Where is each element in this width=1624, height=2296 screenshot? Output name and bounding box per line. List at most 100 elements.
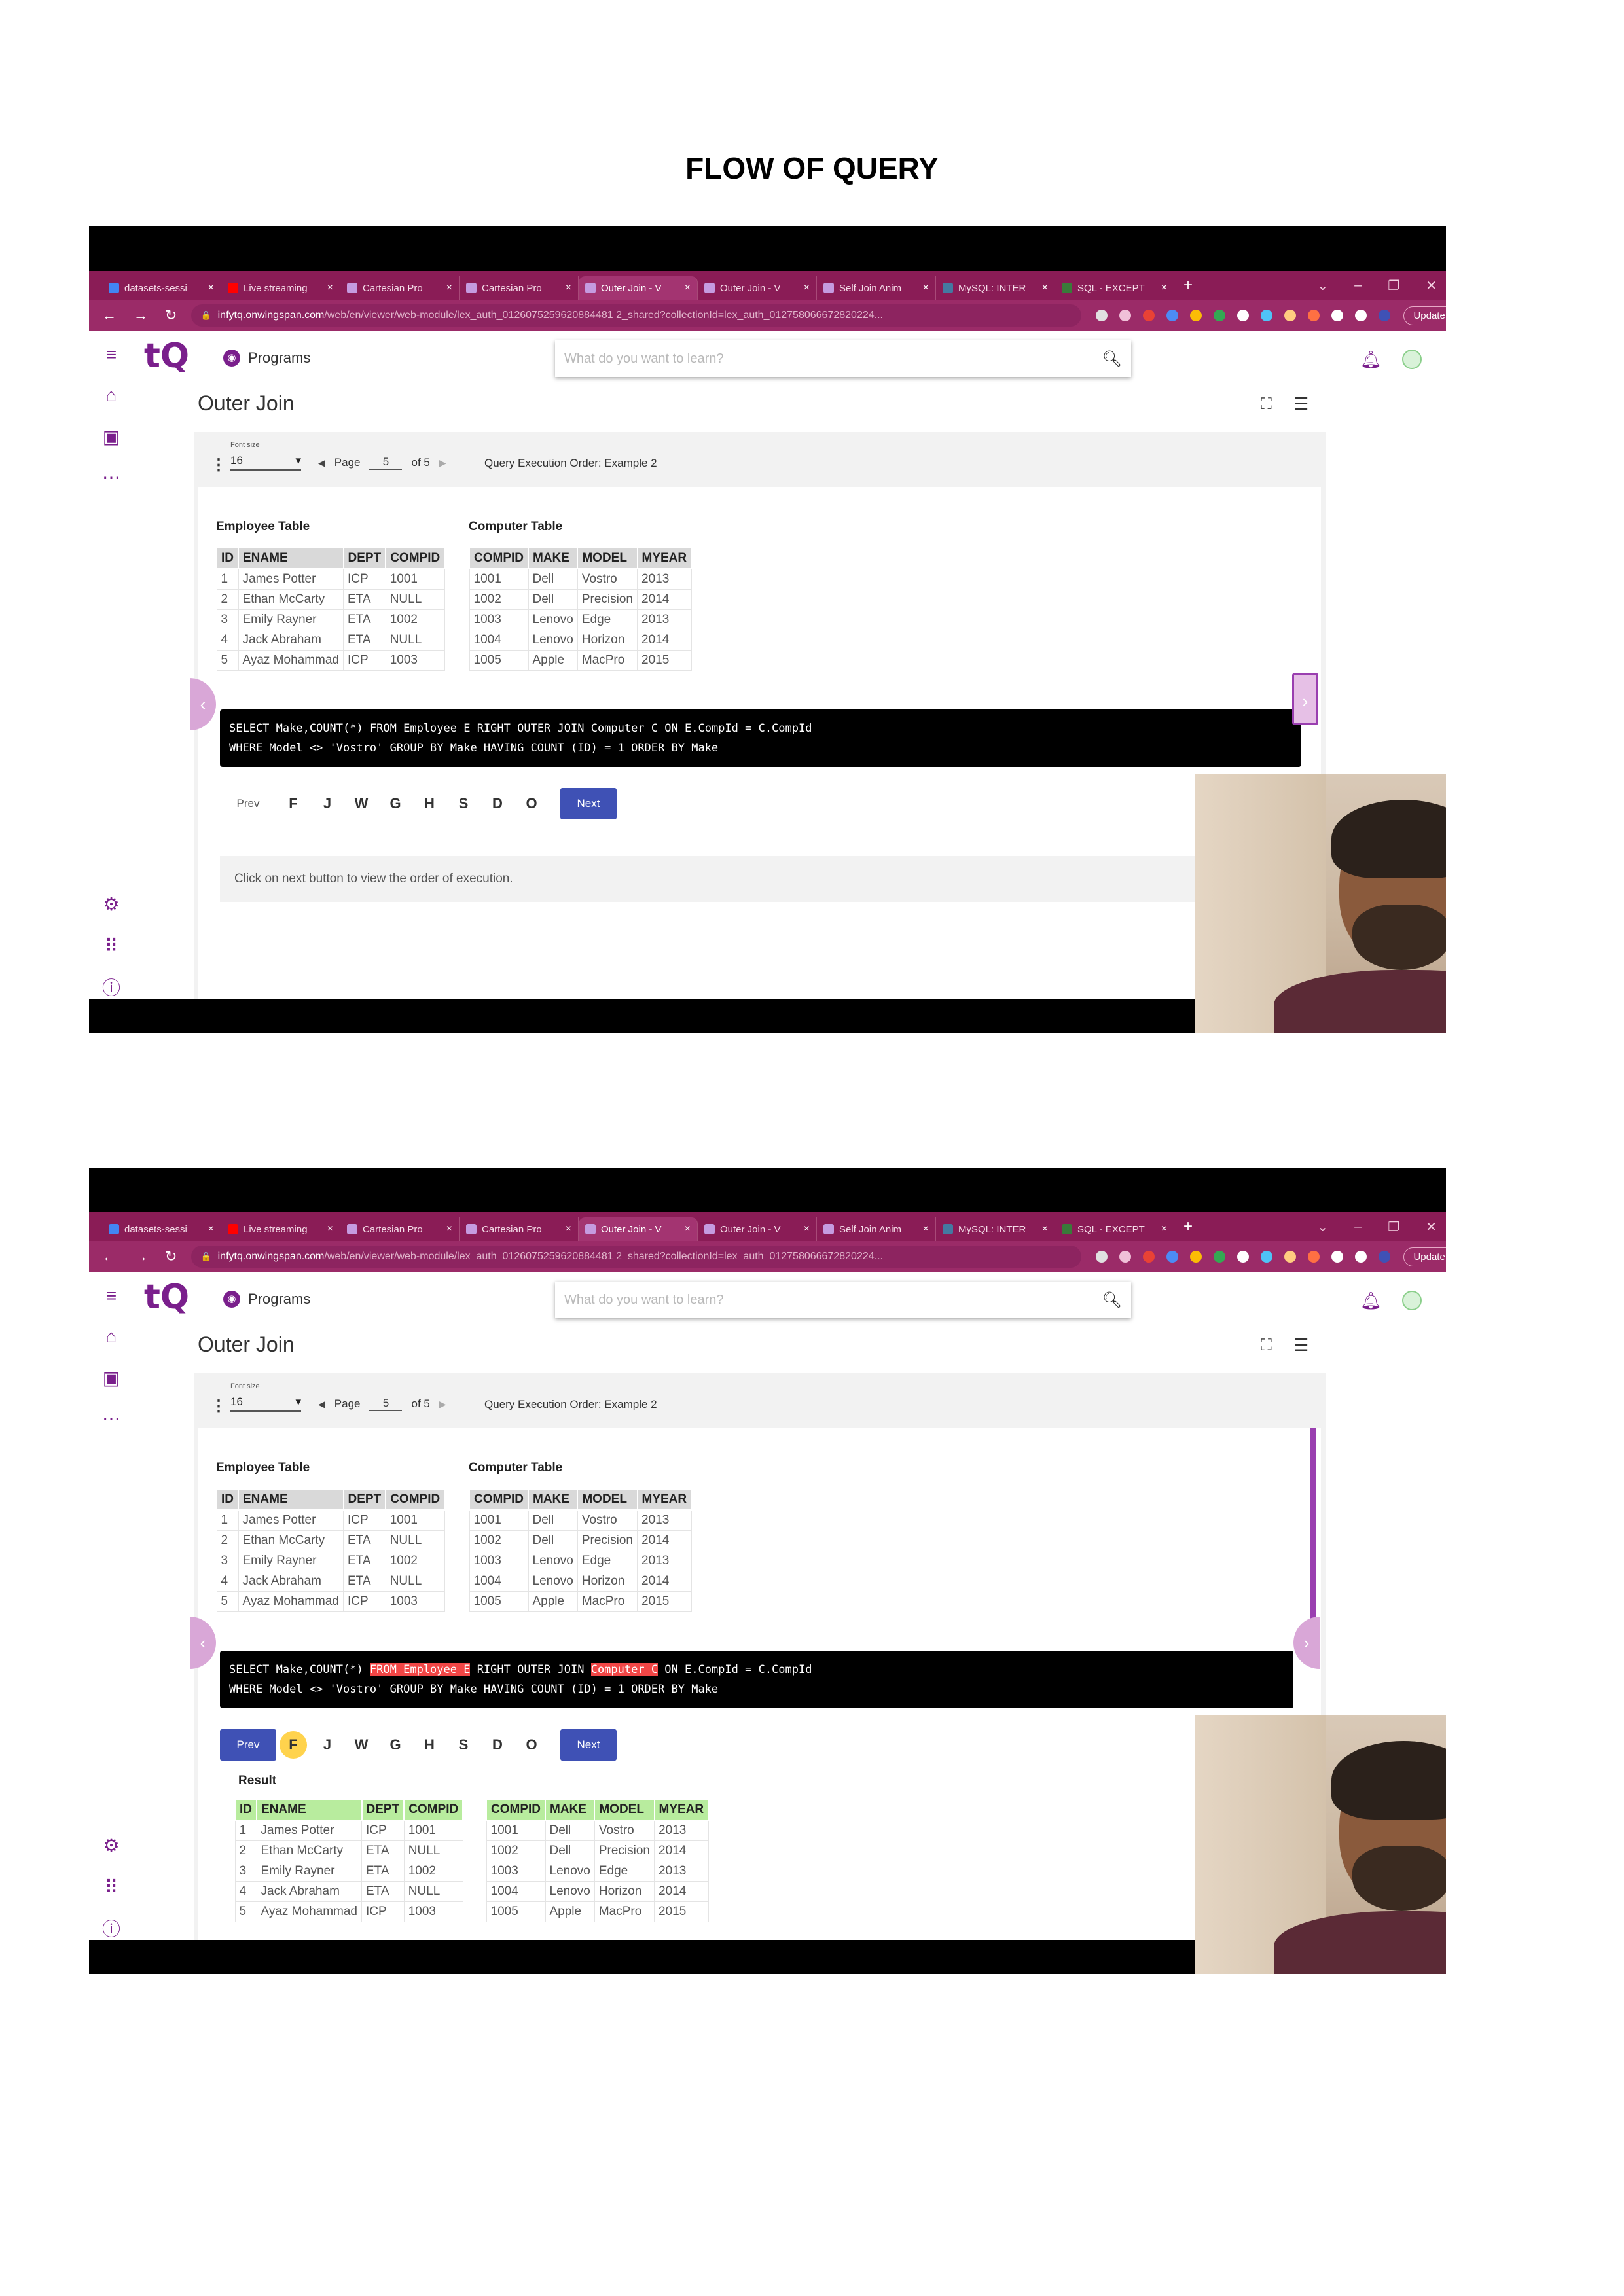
toc-toggle-icon[interactable]: ☰	[1293, 1335, 1308, 1355]
step-g[interactable]: G	[378, 1736, 412, 1753]
tab-search-icon[interactable]: ⌄	[1317, 278, 1328, 294]
tab-close-icon[interactable]: ×	[923, 282, 929, 294]
extension-icon[interactable]	[1190, 310, 1202, 321]
extension-icon[interactable]	[1261, 310, 1273, 321]
browser-tab[interactable]: datasets-sessi ×	[102, 276, 221, 300]
profile-icon[interactable]	[1379, 1251, 1391, 1263]
infytq-logo[interactable]: tQ	[144, 1278, 189, 1317]
settings-icon[interactable]: ⚙	[101, 894, 122, 915]
step-h[interactable]: H	[412, 795, 446, 812]
puzzle-icon[interactable]	[1331, 310, 1344, 321]
tab-close-icon[interactable]: ×	[566, 1223, 571, 1235]
tab-close-icon[interactable]: ×	[208, 1223, 214, 1235]
reload-icon[interactable]: ↻	[165, 1248, 177, 1265]
extension-icon[interactable]	[1143, 310, 1155, 321]
bookmark-star-icon[interactable]	[1119, 1251, 1132, 1263]
home-icon[interactable]: ⌂	[101, 385, 122, 406]
extension-icon[interactable]	[1308, 1251, 1320, 1263]
minimize-icon[interactable]: –	[1354, 1219, 1362, 1234]
tab-close-icon[interactable]: ×	[804, 282, 810, 294]
sidepanel-icon[interactable]	[1355, 1251, 1367, 1263]
new-tab-button[interactable]: +	[1183, 1217, 1193, 1236]
update-button[interactable]: Update	[1403, 1247, 1446, 1266]
back-icon[interactable]: ←	[102, 1248, 117, 1265]
browser-tab[interactable]: datasets-sessi ×	[102, 1217, 221, 1241]
avatar[interactable]	[1402, 350, 1422, 369]
sidepanel-icon[interactable]	[1355, 310, 1367, 321]
page-number-field[interactable]: 5	[369, 456, 403, 470]
browser-tab[interactable]: Self Join Anim ×	[817, 276, 936, 300]
next-slide-arrow[interactable]: ›	[1292, 673, 1318, 725]
step-g[interactable]: G	[378, 795, 412, 812]
next-page-icon[interactable]: ▶	[439, 457, 446, 469]
font-size-select[interactable]: Font size 16 ▾	[230, 441, 301, 471]
window-close-icon[interactable]: ✕	[1426, 1219, 1437, 1235]
prev-button[interactable]: Prev	[220, 788, 276, 819]
step-f-current[interactable]: F	[276, 1731, 310, 1759]
extension-icon[interactable]	[1308, 310, 1320, 321]
prev-button[interactable]: Prev	[220, 1729, 276, 1761]
fullscreen-icon[interactable]: ⛶	[1261, 395, 1272, 414]
browser-tab[interactable]: MySQL: INTER ×	[936, 1217, 1055, 1241]
extension-icon[interactable]	[1214, 1251, 1226, 1263]
update-button[interactable]: Update	[1403, 306, 1446, 325]
browser-tab[interactable]: Live streaming ×	[221, 276, 340, 300]
image-icon[interactable]: ▣	[101, 427, 122, 448]
fullscreen-icon[interactable]: ⛶	[1261, 1336, 1272, 1355]
browser-tab[interactable]: SQL - EXCEPT ×	[1055, 276, 1174, 300]
new-tab-button[interactable]: +	[1183, 276, 1193, 295]
page-number-field[interactable]: 5	[369, 1397, 403, 1411]
browser-tab[interactable]: Cartesian Pro ×	[460, 1217, 579, 1241]
infytq-logo[interactable]: tQ	[144, 336, 189, 376]
settings-icon[interactable]: ⚙	[101, 1835, 122, 1856]
extension-icon[interactable]	[1284, 310, 1297, 321]
apps-grid-icon[interactable]: ⠿	[101, 936, 122, 957]
step-j[interactable]: J	[310, 1736, 344, 1753]
tab-close-icon[interactable]: ×	[208, 282, 214, 294]
browser-tab-active[interactable]: Outer Join - V ×	[579, 276, 698, 300]
tab-close-icon[interactable]: ×	[1042, 282, 1048, 294]
notification-bell-icon[interactable]: 🔔︎	[1360, 350, 1382, 370]
profile-icon[interactable]	[1379, 310, 1391, 321]
bookmark-star-icon[interactable]	[1119, 310, 1132, 321]
menu-icon[interactable]: ≡	[101, 1285, 122, 1306]
next-button[interactable]: Next	[560, 788, 617, 819]
browser-tab[interactable]: MySQL: INTER ×	[936, 276, 1055, 300]
tab-close-icon[interactable]: ×	[1161, 1223, 1167, 1235]
content-scrollbar[interactable]	[1310, 1428, 1316, 1644]
font-size-select[interactable]: Font size 16 ▾	[230, 1382, 301, 1412]
browser-tab[interactable]: Live streaming ×	[221, 1217, 340, 1241]
step-d[interactable]: D	[480, 795, 514, 812]
extension-icon[interactable]	[1237, 1251, 1250, 1263]
extension-icon[interactable]	[1096, 1251, 1108, 1263]
tab-close-icon[interactable]: ×	[327, 282, 333, 294]
programs-link[interactable]: ◉ Programs	[223, 350, 310, 367]
prev-page-icon[interactable]: ◀	[318, 1399, 325, 1410]
apps-grid-icon[interactable]: ⠿	[101, 1877, 122, 1898]
tab-search-icon[interactable]: ⌄	[1317, 1219, 1328, 1235]
browser-tab[interactable]: SQL - EXCEPT ×	[1055, 1217, 1174, 1241]
next-button[interactable]: Next	[560, 1729, 617, 1761]
extension-icon[interactable]	[1143, 1251, 1155, 1263]
tab-close-icon[interactable]: ×	[566, 282, 571, 294]
browser-tab-active[interactable]: Outer Join - V ×	[579, 1217, 698, 1241]
back-icon[interactable]: ←	[102, 307, 117, 324]
extension-icon[interactable]	[1096, 310, 1108, 321]
tab-close-icon[interactable]: ×	[1042, 1223, 1048, 1235]
reload-icon[interactable]: ↻	[165, 307, 177, 324]
step-d[interactable]: D	[480, 1736, 514, 1753]
browser-tab[interactable]: Cartesian Pro ×	[340, 276, 460, 300]
programs-link[interactable]: ◉ Programs	[223, 1291, 310, 1308]
forward-icon[interactable]: →	[134, 1248, 148, 1265]
extension-icon[interactable]	[1261, 1251, 1273, 1263]
more-options-icon[interactable]: ⋮	[211, 1397, 226, 1416]
tab-close-icon[interactable]: ×	[327, 1223, 333, 1235]
step-f[interactable]: F	[276, 795, 310, 812]
extension-icon[interactable]	[1237, 310, 1250, 321]
more-icon[interactable]: ⋯	[101, 1408, 122, 1429]
search-icon[interactable]: 🔍︎	[1102, 350, 1122, 368]
tab-close-icon[interactable]: ×	[446, 282, 452, 294]
step-s[interactable]: S	[446, 1736, 480, 1753]
extension-icon[interactable]	[1190, 1251, 1202, 1263]
step-o[interactable]: O	[514, 1736, 549, 1753]
